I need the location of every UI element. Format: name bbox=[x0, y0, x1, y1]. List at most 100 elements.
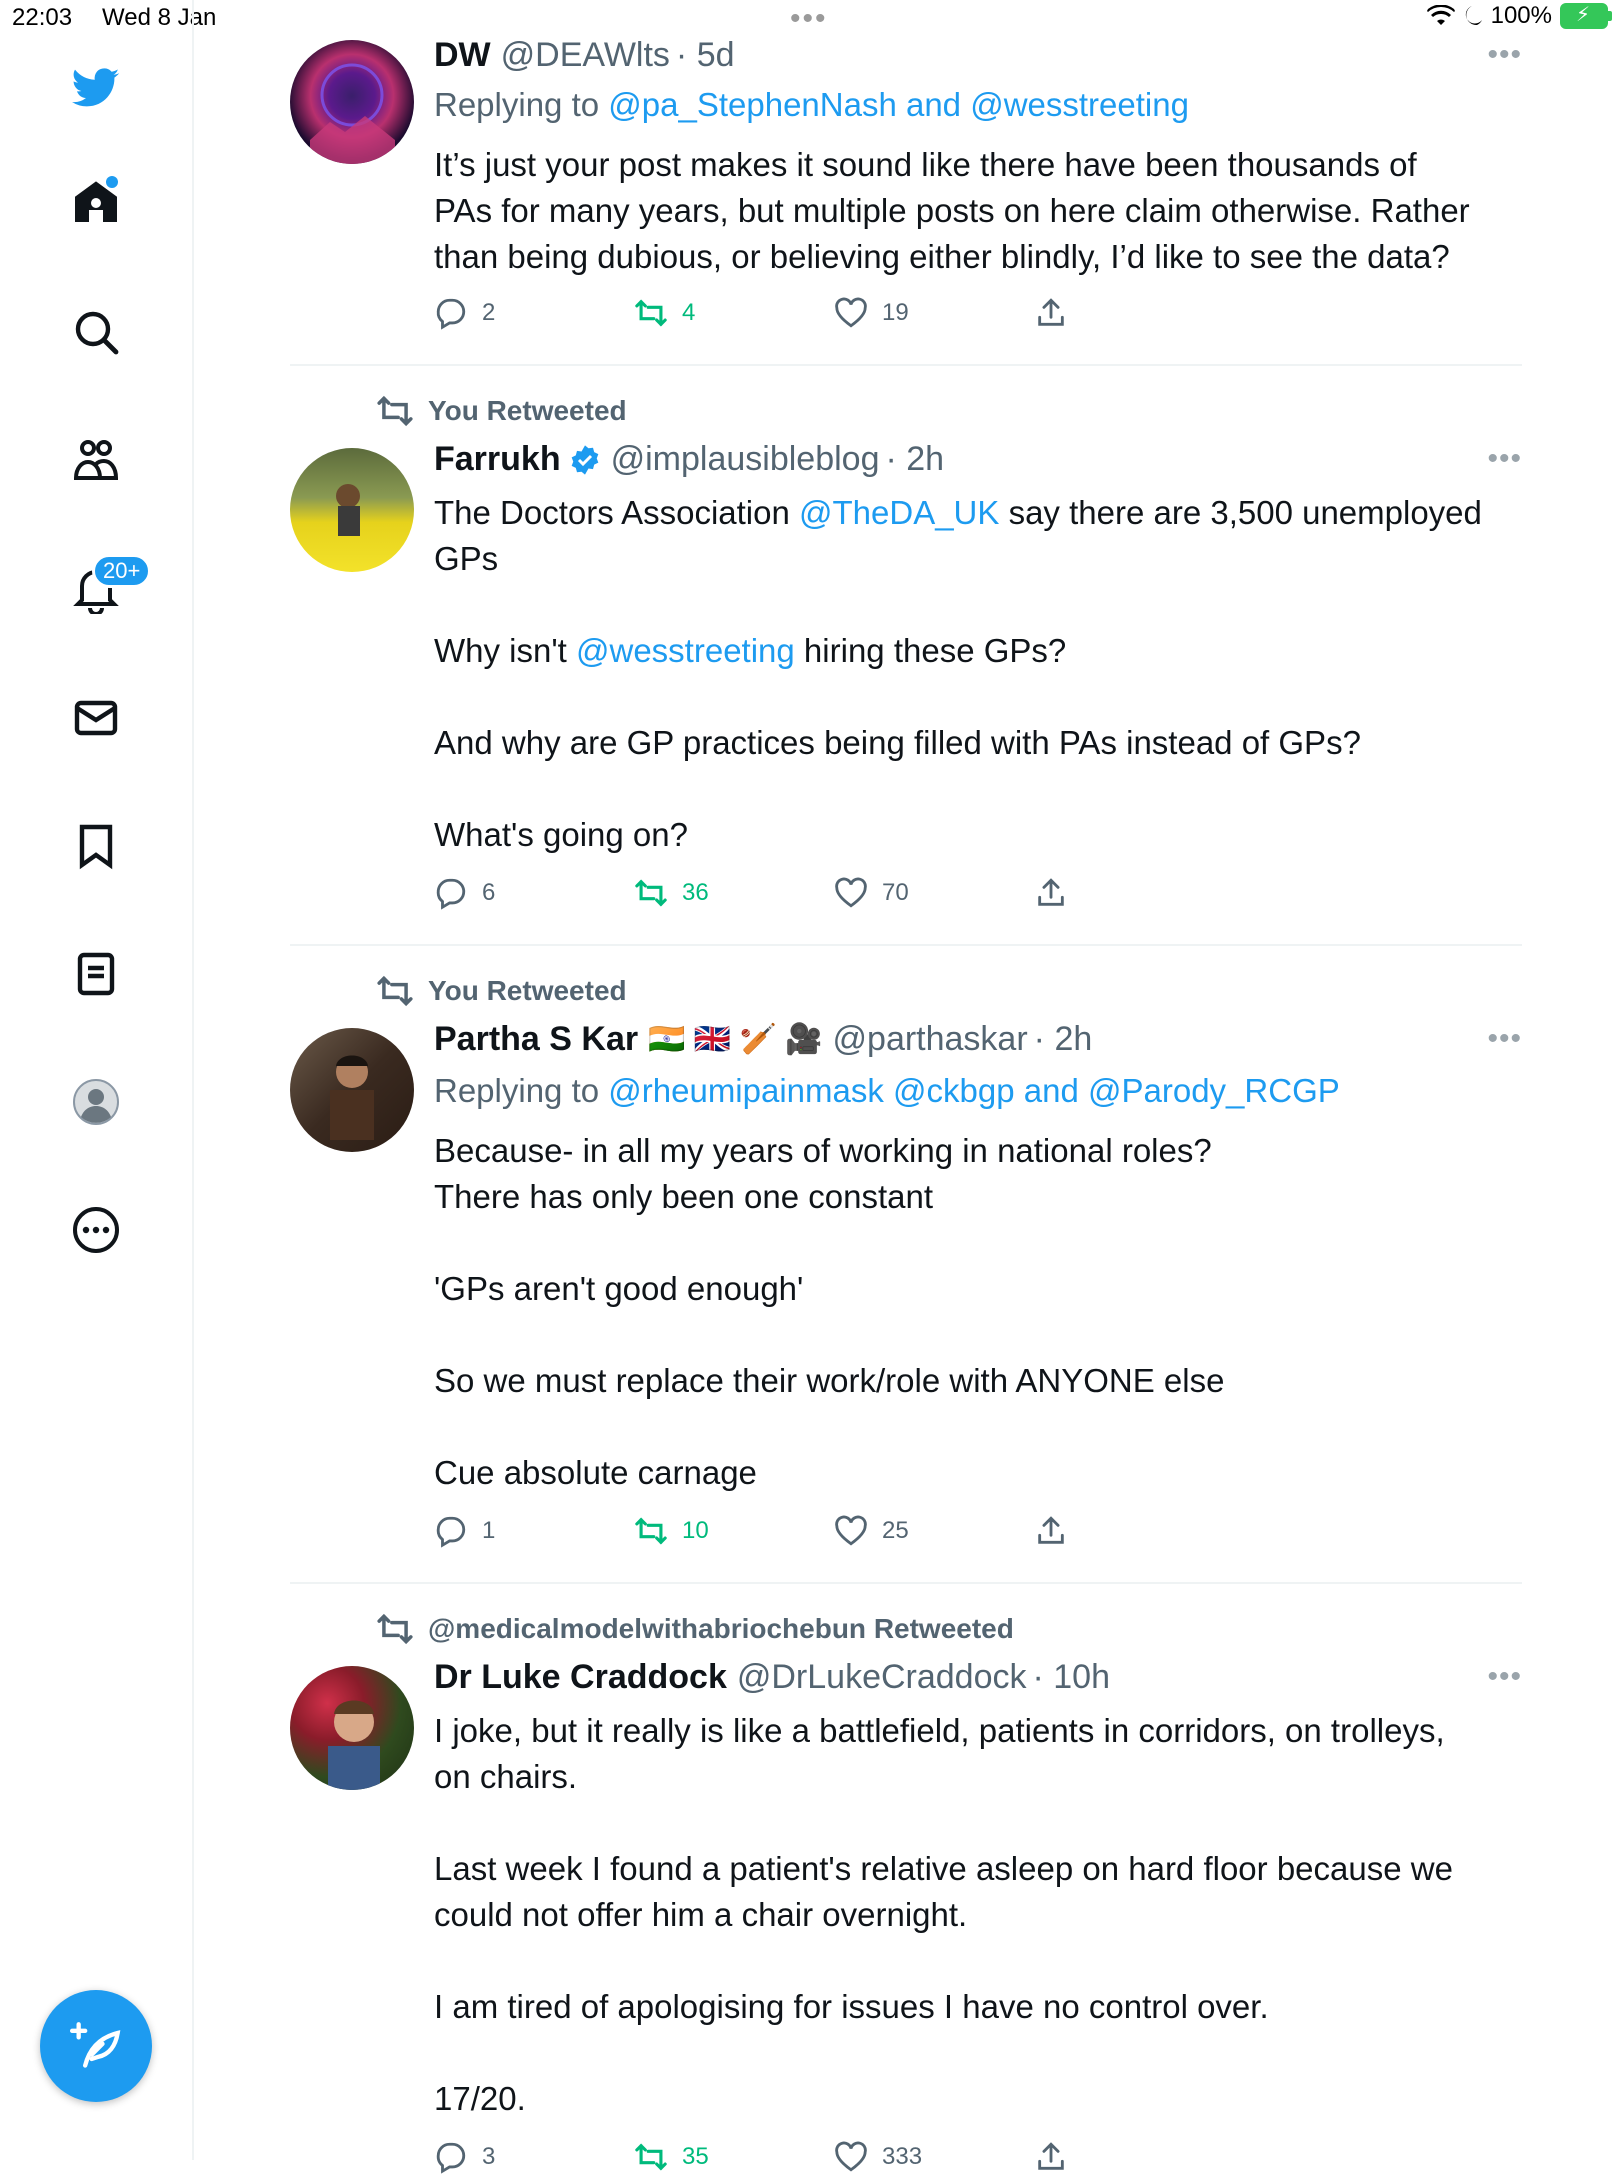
share-button[interactable] bbox=[1034, 2140, 1068, 2174]
author-handle[interactable]: @parthaskar bbox=[833, 1020, 1028, 1059]
tweet-line: So we must replace their work/role with … bbox=[434, 1362, 1225, 1399]
retweet-button[interactable]: 35 bbox=[634, 2140, 709, 2174]
social-context-text[interactable]: You Retweeted bbox=[428, 395, 627, 427]
retweet-button[interactable]: 10 bbox=[634, 1514, 709, 1548]
share-icon bbox=[1038, 2142, 1064, 2170]
nav-communities[interactable] bbox=[66, 430, 126, 490]
reply-button[interactable]: 2 bbox=[434, 296, 495, 330]
tweet-actions: 2 4 19 bbox=[434, 296, 1114, 336]
nav-more[interactable] bbox=[66, 1200, 126, 1260]
tweet-line: What's going on? bbox=[434, 816, 688, 853]
like-button[interactable]: 25 bbox=[834, 1514, 909, 1548]
tweet-line: on chairs. bbox=[434, 1758, 578, 1795]
tweet-line: GPs bbox=[434, 540, 499, 577]
retweet-icon bbox=[377, 395, 413, 427]
tweet[interactable]: You Retweeted Farrukh @implausibleblog ·… bbox=[290, 392, 1522, 932]
multitasking-dots-icon[interactable]: ••• bbox=[790, 2, 828, 36]
avatar[interactable] bbox=[290, 40, 414, 164]
nav-profile[interactable] bbox=[66, 1072, 126, 1132]
like-count: 333 bbox=[882, 2143, 923, 2170]
twitter-logo-icon[interactable] bbox=[66, 58, 126, 118]
like-button[interactable]: 70 bbox=[834, 876, 909, 910]
messages-icon bbox=[74, 700, 118, 736]
tweet-text: Because- in all my years of working in n… bbox=[434, 1128, 1524, 1496]
like-count: 19 bbox=[882, 299, 909, 326]
retweet-count: 10 bbox=[682, 1517, 709, 1544]
tweet-line: And why are GP practices being filled wi… bbox=[434, 724, 1361, 761]
compose-tweet-button[interactable] bbox=[40, 1990, 152, 2102]
tweet-actions: 6 36 70 bbox=[434, 876, 1114, 916]
tweet-more-icon[interactable]: ••• bbox=[1487, 38, 1522, 72]
retweet-button[interactable]: 36 bbox=[634, 876, 709, 910]
tweet-line: Last week I found a patient's relative a… bbox=[434, 1850, 1453, 1887]
author-handle[interactable]: @implausibleblog bbox=[611, 440, 880, 479]
share-button[interactable] bbox=[1034, 876, 1068, 910]
mention-link[interactable]: @wesstreeting bbox=[576, 632, 795, 669]
author-name[interactable]: Partha S Kar bbox=[434, 1020, 638, 1059]
tweet-line: It’s just your post makes it sound like … bbox=[434, 146, 1417, 183]
reply-icon bbox=[436, 1516, 466, 1548]
author-name[interactable]: Farrukh bbox=[434, 440, 561, 479]
tweet-time: · 2h bbox=[885, 440, 945, 478]
tweet-header: Partha S Kar 🇮🇳 🇬🇧 🏏 🎥 @parthaskar · 2h bbox=[434, 1020, 1092, 1059]
author-name[interactable]: DW bbox=[434, 36, 491, 75]
avatar[interactable] bbox=[290, 1666, 414, 1790]
tweet[interactable]: DW @DEAWlts · 5d ••• Replying to @pa_Ste… bbox=[290, 36, 1524, 348]
tweet-more-icon[interactable]: ••• bbox=[1487, 1022, 1522, 1056]
like-button[interactable]: 333 bbox=[834, 2140, 922, 2174]
mention-link[interactable]: @TheDA_UK bbox=[799, 494, 999, 531]
tweet-line: Because- in all my years of working in n… bbox=[434, 1132, 1212, 1169]
avatar[interactable] bbox=[290, 1028, 414, 1152]
share-icon bbox=[1038, 878, 1064, 906]
tweet-time: · 2h bbox=[1033, 1020, 1093, 1058]
compose-feather-icon bbox=[70, 2022, 121, 2068]
avatar[interactable] bbox=[290, 448, 414, 572]
nav-notifications[interactable]: 20+ bbox=[66, 554, 152, 620]
share-icon bbox=[1038, 1516, 1064, 1544]
tweet-line: The Doctors Association @TheDA_UK say th… bbox=[434, 494, 1482, 531]
social-context-text[interactable]: @medicalmodelwithabriochebun Retweeted bbox=[428, 1613, 1014, 1645]
share-button[interactable] bbox=[1034, 296, 1068, 330]
retweet-icon bbox=[377, 1613, 413, 1645]
tweet-time: · 10h bbox=[1032, 1658, 1111, 1696]
like-button[interactable]: 19 bbox=[834, 296, 909, 330]
author-handle[interactable]: @DrLukeCraddock bbox=[737, 1658, 1027, 1697]
nav-messages[interactable] bbox=[66, 688, 126, 748]
retweet-icon bbox=[635, 299, 667, 327]
status-bar: 22:03 Wed 8 Jan ••• 100% ⚡ bbox=[0, 0, 1620, 38]
tweet-more-icon[interactable]: ••• bbox=[1487, 1660, 1522, 1694]
share-button[interactable] bbox=[1034, 1514, 1068, 1548]
nav-search[interactable] bbox=[66, 302, 126, 362]
author-handle[interactable]: @DEAWlts bbox=[501, 36, 670, 75]
tweet-text: The Doctors Association @TheDA_UK say th… bbox=[434, 490, 1524, 858]
moon-icon bbox=[1465, 6, 1482, 26]
lists-icon bbox=[77, 952, 115, 996]
tweet-header: Dr Luke Craddock @DrLukeCraddock · 10h bbox=[434, 1658, 1110, 1697]
like-icon bbox=[835, 1515, 867, 1546]
reply-icon bbox=[436, 2142, 466, 2174]
tweet-header: Farrukh @implausibleblog · 2h bbox=[434, 440, 944, 479]
social-context-text[interactable]: You Retweeted bbox=[428, 975, 627, 1007]
nav-home[interactable] bbox=[66, 172, 126, 232]
nav-lists[interactable] bbox=[66, 944, 126, 1004]
tweet-divider bbox=[290, 944, 1522, 946]
tweet-more-icon[interactable]: ••• bbox=[1487, 442, 1522, 476]
nav-bookmarks[interactable] bbox=[66, 816, 126, 876]
author-name[interactable]: Dr Luke Craddock bbox=[434, 1658, 727, 1697]
tweet[interactable]: You Retweeted Partha S Kar 🇮🇳 🇬🇧 🏏 🎥 @pa… bbox=[290, 972, 1522, 1572]
reply-button[interactable]: 6 bbox=[434, 876, 495, 910]
tweet[interactable]: @medicalmodelwithabriochebun Retweeted D… bbox=[290, 1610, 1522, 2174]
like-icon bbox=[835, 877, 867, 908]
like-count: 70 bbox=[882, 879, 909, 906]
replying-mentions[interactable]: @pa_StephenNash and @wesstreeting bbox=[608, 86, 1189, 123]
tweet-line: There has only been one constant bbox=[434, 1178, 934, 1215]
reply-button[interactable]: 1 bbox=[434, 1514, 495, 1548]
communities-icon bbox=[73, 440, 119, 480]
replying-mentions[interactable]: @rheumipainmask @ckbgp and @Parody_RCGP bbox=[608, 1072, 1339, 1109]
tweet-text: It’s just your post makes it sound like … bbox=[434, 142, 1524, 280]
retweet-count: 35 bbox=[682, 2143, 709, 2170]
notifications-badge: 20+ bbox=[92, 554, 152, 588]
reply-button[interactable]: 3 bbox=[434, 2140, 495, 2174]
retweet-button[interactable]: 4 bbox=[634, 296, 695, 330]
replying-label: Replying to bbox=[434, 86, 609, 123]
